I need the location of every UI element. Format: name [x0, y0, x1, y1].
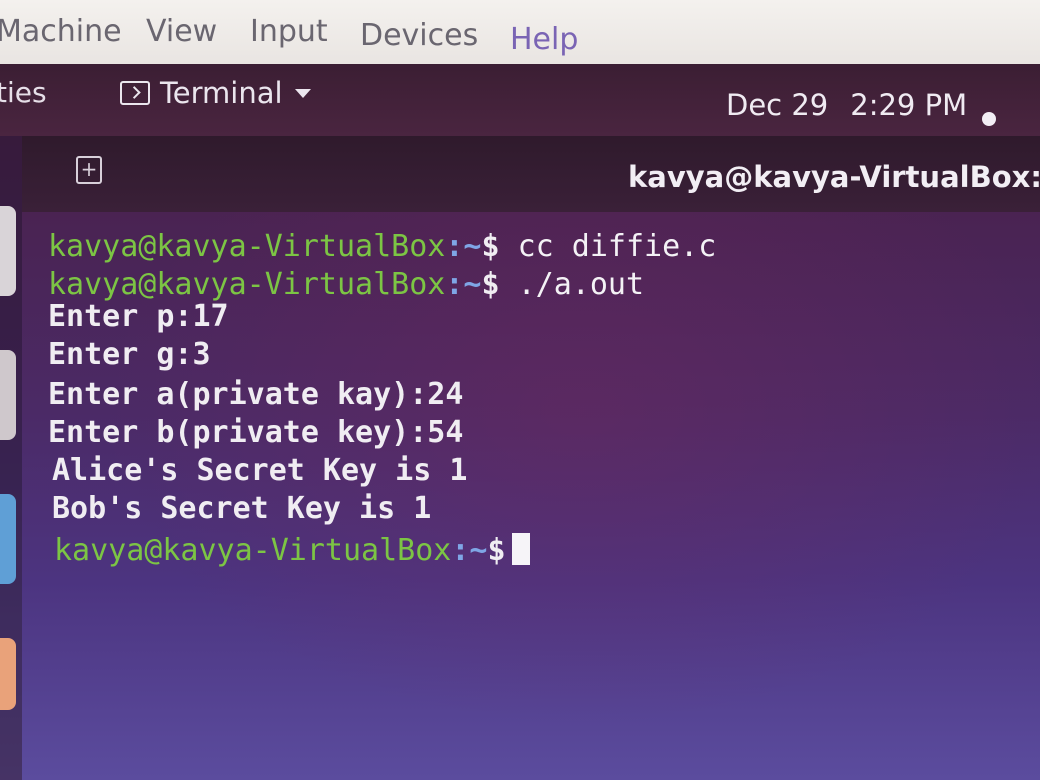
menu-help[interactable]: Help [510, 22, 578, 58]
terminal-headerbar: + kavya@kavya-VirtualBox: ~ [22, 136, 1040, 212]
command-text: cc diffie.c [517, 229, 717, 264]
menu-devices[interactable]: Devices [360, 18, 478, 54]
app-menu-terminal[interactable]: Terminal [120, 76, 311, 110]
terminal-output-line: Enter g:3 [48, 337, 211, 372]
dock-app-icon[interactable] [0, 350, 16, 440]
dock-app-icon[interactable] [0, 494, 16, 584]
menu-input[interactable]: Input [250, 14, 328, 50]
terminal-output-line: Bob's Secret Key is 1 [52, 491, 432, 526]
prompt-user: kavya@kavya-VirtualBox [54, 533, 452, 568]
panel-clock[interactable]: Dec 29 2:29 PM [726, 88, 967, 122]
prompt-dollar: $ [481, 267, 500, 302]
new-tab-icon[interactable]: + [76, 156, 102, 184]
prompt-dollar: $ [481, 229, 500, 264]
dock [0, 136, 22, 780]
terminal-output-line: Enter a(private kay):24 [48, 377, 464, 412]
terminal-command-line: kavya@kavya-VirtualBox:~$ cc diffie.c [48, 228, 716, 266]
dock-app-icon[interactable] [0, 206, 16, 296]
menu-machine[interactable]: Machine [0, 14, 122, 50]
terminal-icon [120, 81, 150, 105]
chevron-down-icon [294, 88, 311, 98]
prompt-path: :~ [451, 533, 488, 568]
app-menu-label: Terminal [160, 76, 283, 110]
terminal-body[interactable]: kavya@kavya-VirtualBox:~$ cc diffie.c ka… [22, 212, 1040, 780]
prompt-path: :~ [445, 267, 482, 302]
terminal-output-line: Enter b(private key):54 [48, 415, 464, 450]
vbox-menubar: Machine View Input Devices Help [0, 0, 1040, 64]
terminal-prompt-line: kavya@kavya-VirtualBox:~$ [54, 532, 530, 570]
virtualbox-screen: Machine View Input Devices Help ties Ter… [0, 0, 1040, 780]
menu-view[interactable]: View [146, 14, 217, 50]
clock-time: 2:29 PM [850, 88, 968, 122]
terminal-output-line: Alice's Secret Key is 1 [52, 453, 468, 488]
prompt-user: kavya@kavya-VirtualBox [48, 267, 446, 302]
command-text: ./a.out [517, 267, 645, 302]
terminal-output-line: Enter p:17 [48, 299, 229, 334]
status-dot-icon[interactable] [982, 112, 996, 126]
prompt-dollar: $ [487, 533, 506, 568]
top-panel: ties Terminal Dec 29 2:29 PM [0, 64, 1040, 136]
prompt-user: kavya@kavya-VirtualBox [48, 229, 446, 264]
dock-app-icon[interactable] [0, 638, 16, 710]
prompt-path: :~ [445, 229, 482, 264]
text-cursor [511, 533, 530, 565]
activities-button[interactable]: ties [0, 76, 47, 109]
clock-date: Dec 29 [726, 88, 829, 122]
terminal-title: kavya@kavya-VirtualBox: ~ [628, 160, 1040, 194]
